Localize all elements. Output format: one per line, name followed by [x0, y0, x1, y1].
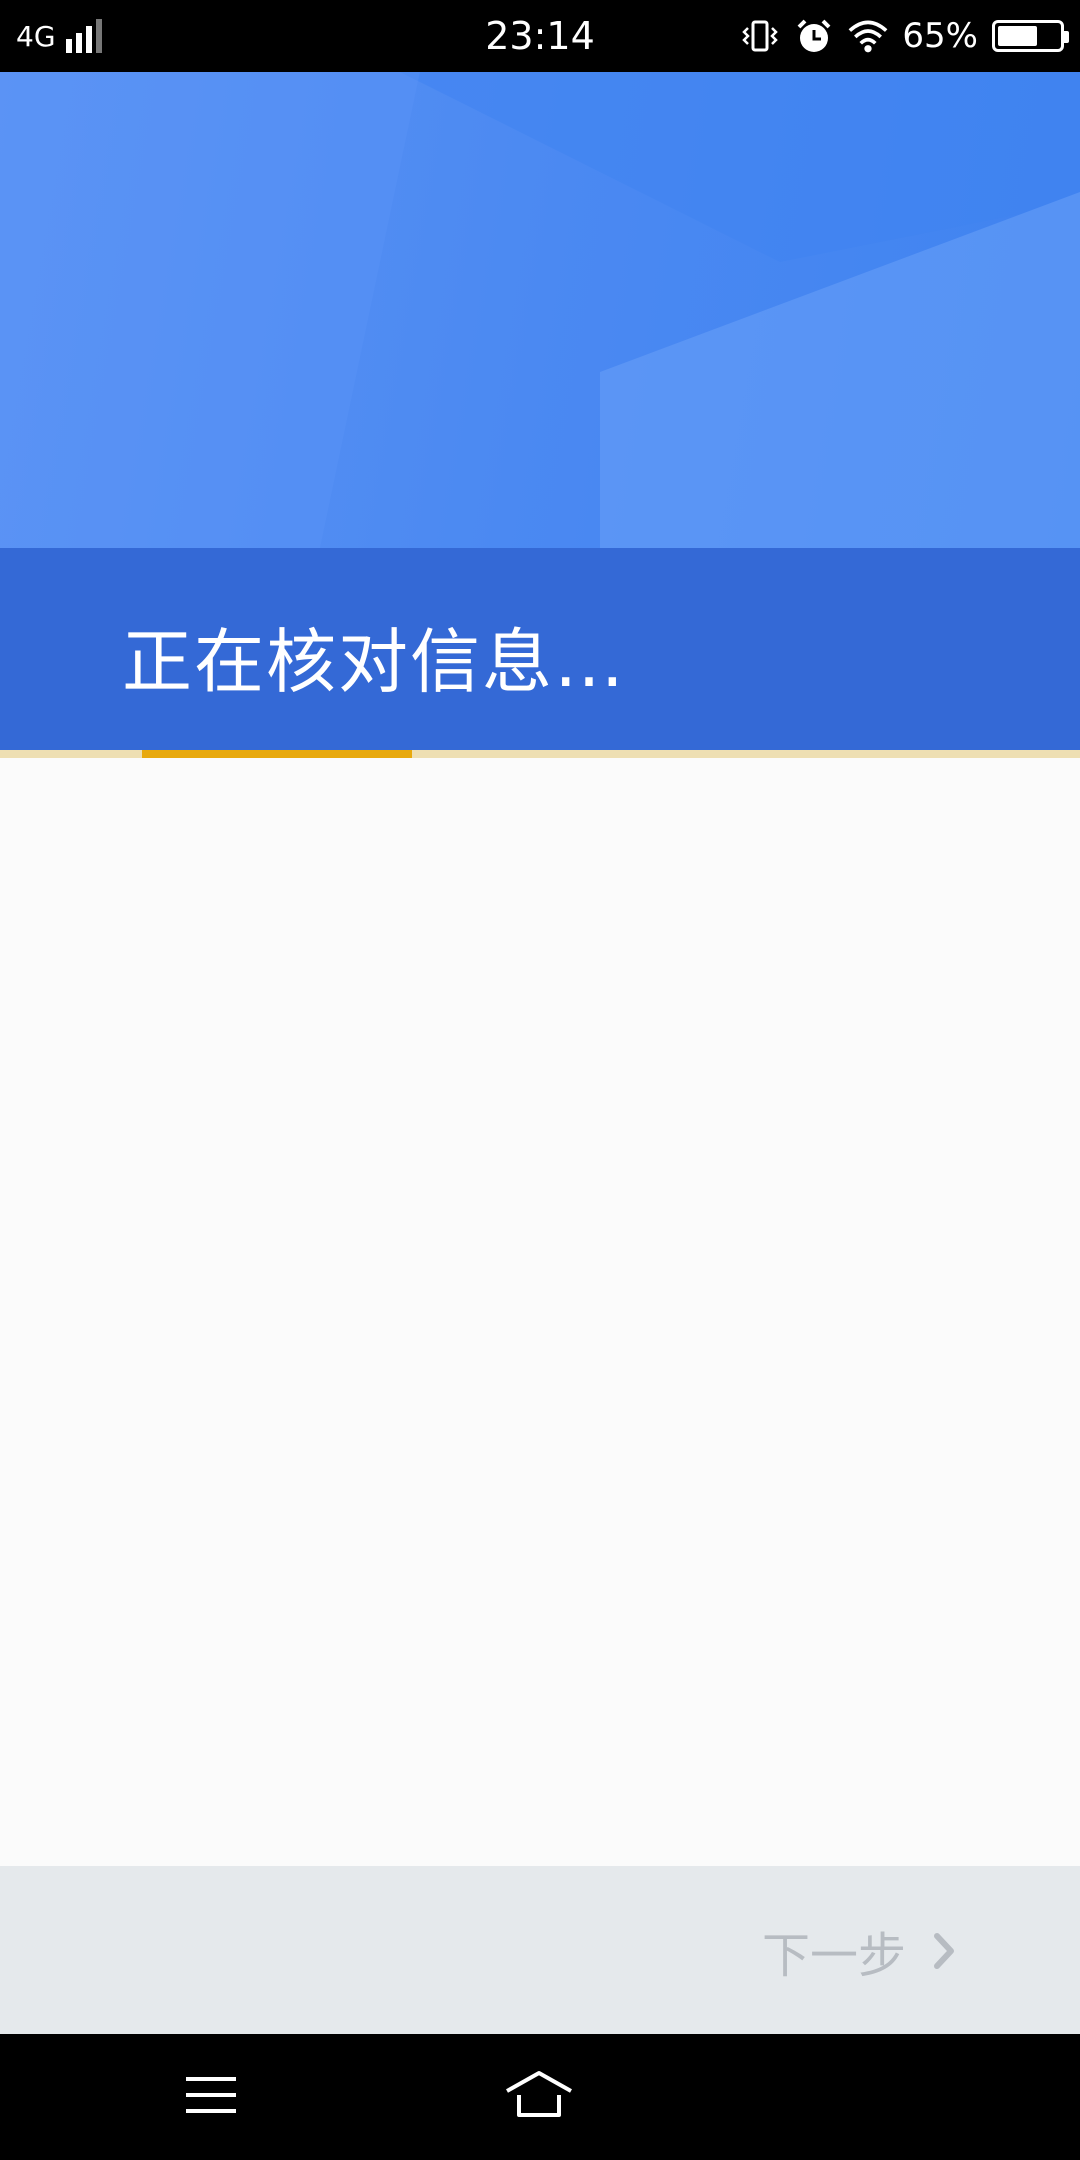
home-icon: [503, 2069, 575, 2125]
next-button[interactable]: 下一步: [762, 1916, 960, 1986]
vibrate-icon: [740, 16, 780, 56]
battery-level: [998, 26, 1037, 46]
chevron-right-icon: [928, 1927, 960, 1975]
alarm-icon: [794, 16, 834, 56]
status-bar: 4G 23:14 65%: [0, 0, 1080, 72]
wifi-icon: [848, 16, 888, 56]
network-type: 4G: [16, 19, 56, 53]
status-right: 65%: [740, 16, 1069, 56]
progress-bar: [0, 750, 1080, 758]
menu-icon: [184, 2073, 238, 2121]
battery-percent: 65%: [902, 16, 978, 56]
home-button[interactable]: [494, 2062, 584, 2132]
signal-icon: [65, 19, 102, 53]
menu-button[interactable]: [166, 2062, 256, 2132]
header-decoration: [0, 72, 1080, 548]
next-button-label: 下一步: [761, 1928, 906, 1984]
page-title: 正在核对信息…: [122, 621, 626, 703]
navigation-bar: [0, 2034, 1080, 2160]
battery-icon: [992, 20, 1069, 52]
status-left: 4G: [16, 19, 102, 53]
header-background: [0, 72, 1080, 548]
content-area: [0, 758, 1080, 1866]
progress-fill: [142, 750, 412, 758]
action-bar: 下一步: [0, 1866, 1080, 2034]
